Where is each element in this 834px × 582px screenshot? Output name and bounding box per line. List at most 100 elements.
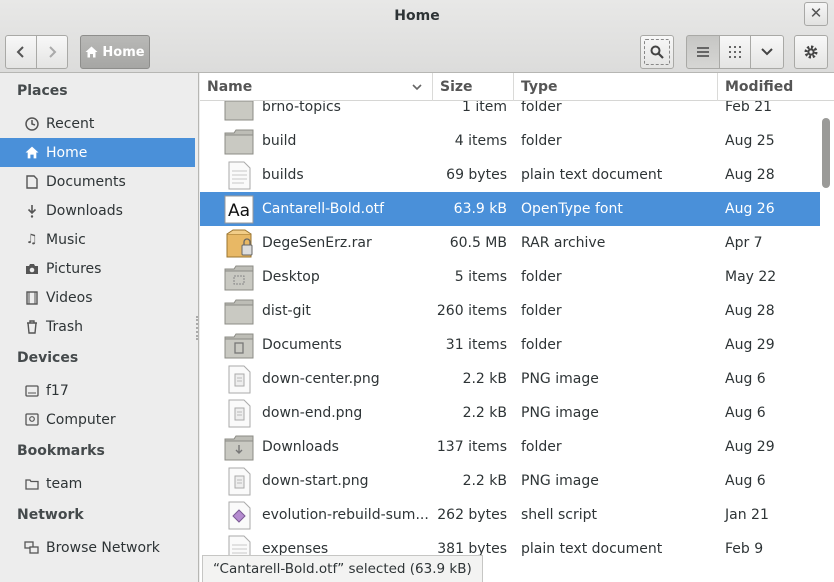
documents-folder-icon	[224, 331, 254, 360]
sidebar-item-team[interactable]: team	[0, 469, 195, 498]
file-type: folder	[521, 439, 562, 455]
trash-icon	[24, 319, 39, 334]
file-name: down-end.png	[262, 405, 363, 421]
file-name: Documents	[262, 337, 342, 353]
file-name: down-center.png	[262, 371, 380, 387]
file-modified: Apr 7	[725, 235, 763, 251]
file-name: dist-git	[262, 303, 311, 319]
file-row[interactable]: Desktop 5 items folder May 22	[200, 260, 820, 294]
file-size: 260 items	[436, 303, 507, 319]
file-size: 5 items	[454, 269, 507, 285]
download-icon	[24, 203, 39, 218]
file-size: 4 items	[454, 133, 507, 149]
sidebar-item-downloads[interactable]: Downloads	[0, 196, 195, 225]
file-type: plain text document	[521, 167, 663, 183]
sidebar-item-label: Downloads	[46, 202, 123, 219]
back-button[interactable]	[5, 35, 37, 69]
file-type: folder	[521, 337, 562, 353]
sidebar-item-label: Computer	[46, 411, 116, 428]
file-type: plain text document	[521, 541, 663, 557]
file-size: 2.2 kB	[462, 371, 507, 387]
folder-icon	[24, 476, 39, 491]
sidebar-item-music[interactable]: ♫ Music	[0, 225, 195, 254]
sidebar-item-videos[interactable]: Videos	[0, 283, 195, 312]
column-header-name[interactable]: Name	[200, 73, 433, 101]
sidebar-item-label: Browse Network	[46, 539, 160, 556]
file-size: 69 bytes	[446, 167, 507, 183]
sidebar-resize-handle[interactable]	[196, 316, 198, 340]
camera-icon	[24, 261, 39, 276]
close-button[interactable]: ✕	[804, 2, 828, 26]
sidebar-item-f17[interactable]: f17	[0, 376, 195, 405]
file-name: DegeSenErz.rar	[262, 235, 372, 251]
file-type: RAR archive	[521, 235, 606, 251]
sidebar-section-places: Places	[17, 83, 68, 99]
status-bar: “Cantarell-Bold.otf” selected (63.9 kB)	[202, 555, 483, 582]
file-name: Downloads	[262, 439, 339, 455]
sidebar-item-browse-network[interactable]: Browse Network	[0, 533, 195, 562]
sidebar-item-pictures[interactable]: Pictures	[0, 254, 195, 283]
computer-icon	[24, 412, 39, 427]
file-type: folder	[521, 133, 562, 149]
sidebar-item-trash[interactable]: Trash	[0, 312, 195, 341]
app-menu-button[interactable]	[794, 35, 828, 69]
home-icon	[24, 145, 39, 160]
image-file-icon	[224, 399, 254, 428]
chevron-right-icon	[49, 46, 57, 58]
file-type: PNG image	[521, 405, 599, 421]
image-file-icon	[224, 467, 254, 496]
archive-icon	[224, 229, 254, 258]
file-row[interactable]: evolution-rebuild-sum... 262 bytes shell s…	[200, 498, 820, 532]
file-size: 60.5 MB	[449, 235, 507, 251]
path-bar-home-button[interactable]: Home	[80, 35, 150, 69]
file-modified: Aug 28	[725, 303, 775, 319]
file-row[interactable]: DegeSenErz.rar 60.5 MB RAR archive Apr 7	[200, 226, 820, 260]
view-options-button[interactable]	[750, 35, 784, 69]
sidebar-item-documents[interactable]: Documents	[0, 167, 195, 196]
sidebar: Places Recent Home Documents Downloads ♫…	[0, 73, 199, 582]
text-file-icon	[224, 161, 254, 190]
folder-icon	[224, 127, 254, 156]
file-modified: Aug 28	[725, 167, 775, 183]
file-size: 2.2 kB	[462, 405, 507, 421]
file-type: PNG image	[521, 473, 599, 489]
downloads-folder-icon	[224, 433, 254, 462]
vertical-scrollbar[interactable]	[822, 118, 830, 188]
sidebar-item-recent[interactable]: Recent	[0, 109, 195, 138]
sidebar-item-label: Pictures	[46, 260, 102, 277]
file-size: 2.2 kB	[462, 473, 507, 489]
grid-view-button[interactable]	[719, 35, 751, 69]
column-header-type[interactable]: Type	[514, 73, 718, 101]
sidebar-item-label: team	[46, 475, 83, 492]
file-row[interactable]: down-start.png 2.2 kB PNG image Aug 6	[200, 464, 820, 498]
search-button[interactable]	[640, 35, 674, 69]
close-icon: ✕	[809, 4, 823, 22]
file-row[interactable]: Documents 31 items folder Aug 29	[200, 328, 820, 362]
list-view-button[interactable]	[686, 35, 720, 69]
file-name: builds	[262, 167, 304, 183]
network-icon	[24, 540, 39, 555]
file-row[interactable]: Aa Cantarell-Bold.otf 63.9 kB OpenType font…	[200, 192, 820, 226]
file-modified: May 22	[725, 269, 777, 285]
sidebar-item-label: Videos	[46, 289, 93, 306]
drive-icon	[24, 383, 39, 398]
file-row[interactable]: down-end.png 2.2 kB PNG image Aug 6	[200, 396, 820, 430]
file-row[interactable]: builds 69 bytes plain text document Aug 28	[200, 158, 820, 192]
column-header-modified[interactable]: Modified	[718, 73, 820, 101]
window-title: Home	[394, 8, 440, 24]
file-row[interactable]: down-center.png 2.2 kB PNG image Aug 6	[200, 362, 820, 396]
column-header-size[interactable]: Size	[433, 73, 514, 101]
file-size: 63.9 kB	[453, 201, 507, 217]
sidebar-item-home[interactable]: Home	[0, 138, 195, 167]
file-row[interactable]: Downloads 137 items folder Aug 29	[200, 430, 820, 464]
svg-text:Aa: Aa	[228, 201, 250, 221]
list-view-icon	[697, 47, 709, 57]
desktop-folder-icon	[224, 263, 254, 292]
file-type: shell script	[521, 507, 598, 523]
home-icon	[85, 46, 98, 58]
forward-button[interactable]	[36, 35, 68, 69]
file-row[interactable]: build 4 items folder Aug 25	[200, 124, 820, 158]
column-headers: Name Size Type Modified	[200, 73, 834, 101]
sidebar-item-computer[interactable]: Computer	[0, 405, 195, 434]
file-row[interactable]: dist-git 260 items folder Aug 28	[200, 294, 820, 328]
